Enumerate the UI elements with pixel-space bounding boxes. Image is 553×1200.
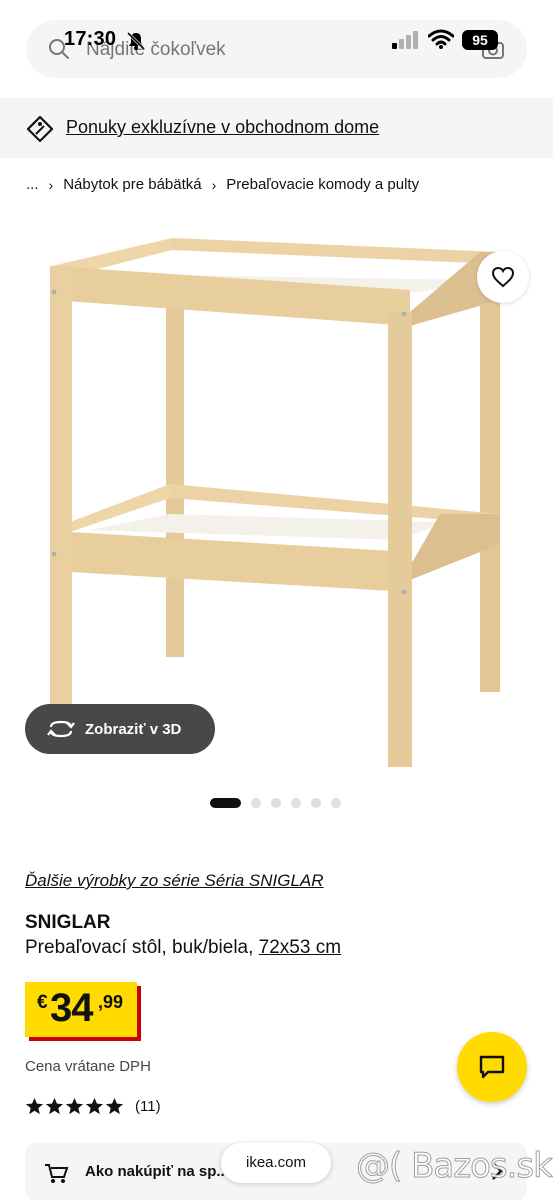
carousel-dot[interactable]	[331, 798, 341, 808]
star-icon	[65, 1097, 84, 1115]
promo-link[interactable]: Ponuky exkluzívne v obchodnom dome	[66, 117, 379, 138]
promo-banner[interactable]: Ponuky exkluzívne v obchodnom dome	[0, 98, 553, 158]
star-icon	[25, 1097, 44, 1115]
breadcrumb-item-changing-tables[interactable]: Prebaľovacie komody a pulty	[226, 176, 419, 193]
carousel-dot[interactable]	[271, 798, 281, 808]
battery-indicator: 95	[462, 30, 498, 50]
breadcrumb-item-baby-furniture[interactable]: Nábytok pre bábätká	[63, 176, 201, 193]
heart-icon	[491, 266, 515, 288]
product-description-text: Prebaľovací stôl, buk/biela,	[25, 937, 254, 958]
view-3d-label: Zobraziť v 3D	[85, 720, 182, 738]
status-time: 17:30	[64, 28, 117, 50]
star-icon	[85, 1097, 104, 1115]
product-name: SNIGLAR	[25, 912, 111, 933]
rating[interactable]: (11)	[25, 1097, 161, 1116]
watermark: @( Bazos.sk	[356, 1146, 553, 1187]
cart-icon	[45, 1164, 69, 1183]
chat-button[interactable]	[457, 1032, 527, 1102]
product-image[interactable]	[0, 222, 553, 782]
price-tag: € 34 ,99	[25, 982, 137, 1037]
bell-off-icon	[126, 31, 146, 51]
series-link[interactable]: Ďalšie výrobky zo série Séria SNIGLAR	[25, 871, 324, 891]
rotate-3d-icon	[47, 720, 75, 738]
view-3d-button[interactable]: Zobraziť v 3D	[25, 704, 215, 754]
price-currency: €	[37, 992, 48, 1013]
chat-icon	[479, 1055, 505, 1079]
star-icon	[105, 1097, 124, 1115]
carousel-dot[interactable]	[291, 798, 301, 808]
carousel-dot[interactable]	[210, 798, 241, 808]
tag-icon	[26, 115, 54, 143]
vat-note: Cena vrátane DPH	[25, 1058, 151, 1075]
price-integer: 34	[50, 986, 93, 1030]
product-dimensions-link[interactable]: 72x53 cm	[259, 937, 341, 958]
breadcrumb: ... › Nábytok pre bábätká › Prebaľovacie…	[26, 176, 419, 193]
review-count[interactable]: (11)	[135, 1098, 161, 1115]
carousel-dot[interactable]	[251, 798, 261, 808]
favourite-button[interactable]	[477, 251, 529, 303]
product-description: Prebaľovací stôl, buk/biela, 72x53 cm	[25, 937, 341, 959]
signal-icon	[392, 31, 418, 49]
star-icon	[45, 1097, 64, 1115]
chevron-right-icon: ›	[48, 176, 54, 193]
price-cents: ,99	[98, 992, 124, 1012]
carousel-dots[interactable]	[210, 798, 341, 808]
chevron-right-icon: ›	[211, 176, 217, 193]
browser-url-pill[interactable]: ikea.com	[221, 1143, 331, 1183]
breadcrumb-ellipsis[interactable]: ...	[26, 176, 39, 193]
how-to-shop-label: Ako nakúpiť na sp...	[85, 1163, 229, 1180]
wifi-icon	[428, 29, 454, 49]
carousel-dot[interactable]	[311, 798, 321, 808]
